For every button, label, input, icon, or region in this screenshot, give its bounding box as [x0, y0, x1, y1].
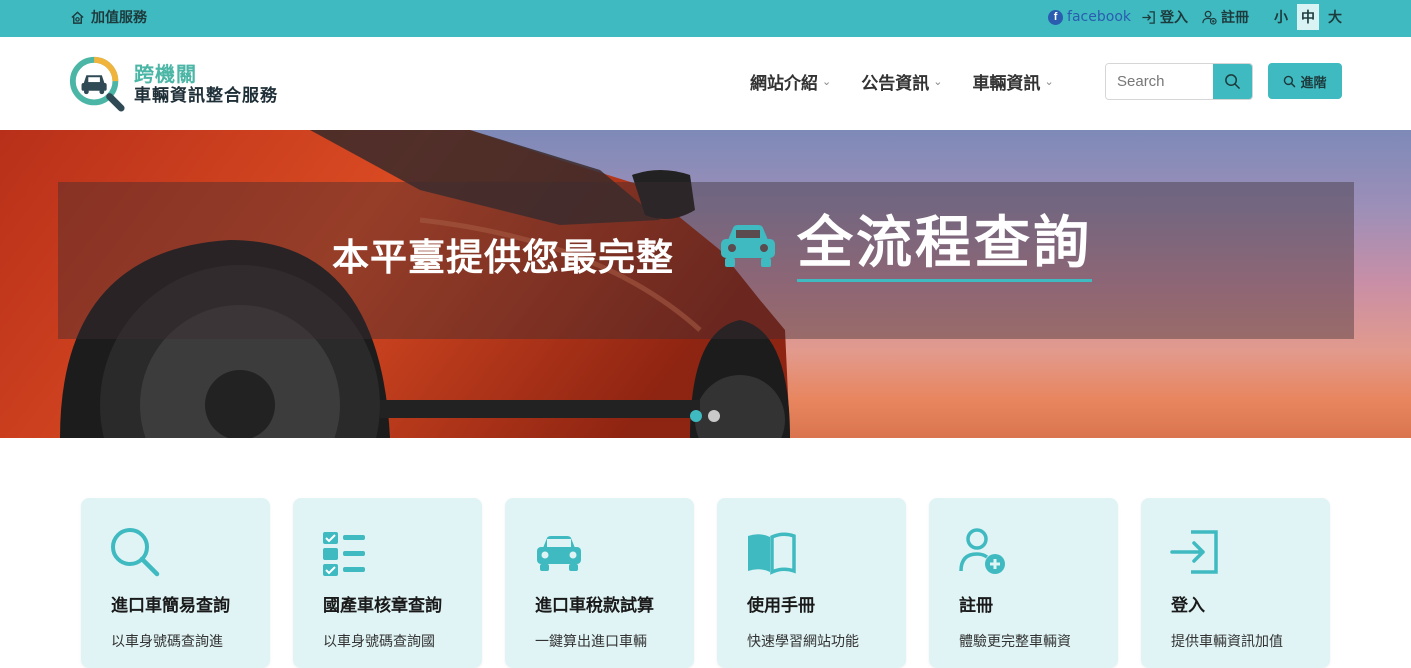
card-import-quick-query[interactable]: 進口車簡易查詢 以車身號碼查詢進 [81, 498, 270, 668]
value-added-link[interactable]: 加值服務 [70, 0, 147, 34]
login-icon [1142, 10, 1155, 24]
card-title: 登入 [1171, 596, 1205, 616]
carousel-dot[interactable] [708, 410, 720, 422]
top-login-link[interactable]: 登入 [1141, 7, 1188, 27]
top-bar: 加值服務 f facebook 登入 註冊 小 中 大 [0, 0, 1411, 37]
card-domestic-seal-query[interactable]: 國產車核章查詢 以車身號碼查詢國 [293, 498, 482, 668]
car-icon [537, 536, 581, 571]
top-login-label: 登入 [1160, 10, 1188, 26]
card-title: 進口車簡易查詢 [111, 596, 230, 616]
advanced-search-label: 進階 [1300, 75, 1327, 91]
book-icon [748, 532, 796, 575]
facebook-label: facebook [1067, 9, 1131, 25]
font-size-large-button[interactable]: 大 [1324, 4, 1346, 30]
card-description: 以車身號碼查詢進 [111, 634, 223, 650]
search-icon [1225, 74, 1240, 89]
hero-caption-panel [58, 182, 1354, 339]
carousel-dot[interactable] [690, 410, 702, 422]
user-add-icon [1202, 10, 1217, 25]
card-register[interactable]: 註冊 體驗更完整車輛資 [929, 498, 1118, 668]
hero-highlight-text: 全流程查詢 [797, 210, 1092, 283]
car-icon [721, 225, 775, 267]
font-size-switcher: 小 中 大 [1265, 4, 1346, 30]
search-box [1105, 63, 1253, 100]
checklist-icon [323, 532, 365, 576]
font-size-medium-button[interactable]: 中 [1297, 4, 1319, 30]
nav-vehicle-info-label: 車輛資訊 [972, 74, 1041, 94]
card-description: 快速學習網站功能 [747, 634, 859, 650]
advanced-search-button[interactable]: 進階 [1268, 63, 1342, 99]
logo-title: 跨機關 [134, 61, 197, 86]
card-description: 體驗更完整車輛資 [959, 634, 1071, 650]
nav-site-intro[interactable]: 網站介紹 ⌄ [750, 69, 831, 94]
search-button[interactable] [1213, 64, 1252, 99]
feature-cards: 進口車簡易查詢 以車身號碼查詢進 國產車核章查詢 以車身號碼查詢國 進口車稅款試… [81, 498, 1330, 668]
carousel-indicators [690, 410, 720, 422]
nav-announcements[interactable]: 公告資訊 ⌄ [861, 69, 942, 94]
chevron-down-icon: ⌄ [933, 75, 943, 88]
chevron-down-icon: ⌄ [1044, 75, 1054, 88]
top-register-link[interactable]: 註冊 [1202, 7, 1249, 27]
login-icon [1170, 530, 1218, 574]
nav-site-intro-label: 網站介紹 [750, 74, 818, 94]
font-size-small-button[interactable]: 小 [1270, 4, 1292, 30]
card-title: 使用手冊 [747, 596, 815, 616]
hero-lead-text: 本平臺提供您最完整 [332, 236, 674, 279]
site-header: 跨機關 車輛資訊整合服務 網站介紹 ⌄ 公告資訊 ⌄ 車輛資訊 ⌄ Search… [0, 37, 1411, 130]
card-user-manual[interactable]: 使用手冊 快速學習網站功能 [717, 498, 906, 668]
chevron-down-icon: ⌄ [822, 75, 832, 88]
facebook-icon: f [1048, 9, 1064, 25]
logo-subtitle: 車輛資訊整合服務 [134, 85, 278, 106]
card-title: 國產車核章查詢 [323, 596, 442, 616]
card-description: 一鍵算出進口車輛 [535, 634, 647, 650]
nav-vehicle-info[interactable]: 車輛資訊 ⌄ [972, 69, 1053, 94]
card-title: 註冊 [959, 596, 993, 616]
value-added-label: 加值服務 [91, 10, 147, 26]
card-import-tax-calc[interactable]: 進口車稅款試算 一鍵算出進口車輛 [505, 498, 694, 668]
home-gear-icon [71, 10, 84, 24]
card-description: 以車身號碼查詢國 [323, 634, 435, 650]
card-login[interactable]: 登入 提供車輛資訊加值 [1141, 498, 1330, 668]
top-register-label: 註冊 [1221, 10, 1249, 26]
logo-car-magnifier-icon [69, 56, 125, 112]
card-description: 提供車輛資訊加值 [1171, 634, 1283, 650]
search-input[interactable] [1106, 64, 1213, 99]
nav-announcements-label: 公告資訊 [861, 74, 930, 94]
user-add-icon [959, 528, 1005, 574]
main-nav: 網站介紹 ⌄ 公告資訊 ⌄ 車輛資訊 ⌄ [750, 69, 1054, 94]
hero-banner: 本平臺提供您最完整 全流程查詢 [0, 130, 1411, 438]
search-icon [1284, 75, 1296, 87]
facebook-link[interactable]: f facebook [1048, 9, 1131, 25]
search-icon [111, 528, 160, 577]
card-title: 進口車稅款試算 [535, 596, 654, 616]
site-logo[interactable]: 跨機關 車輛資訊整合服務 [68, 55, 278, 113]
